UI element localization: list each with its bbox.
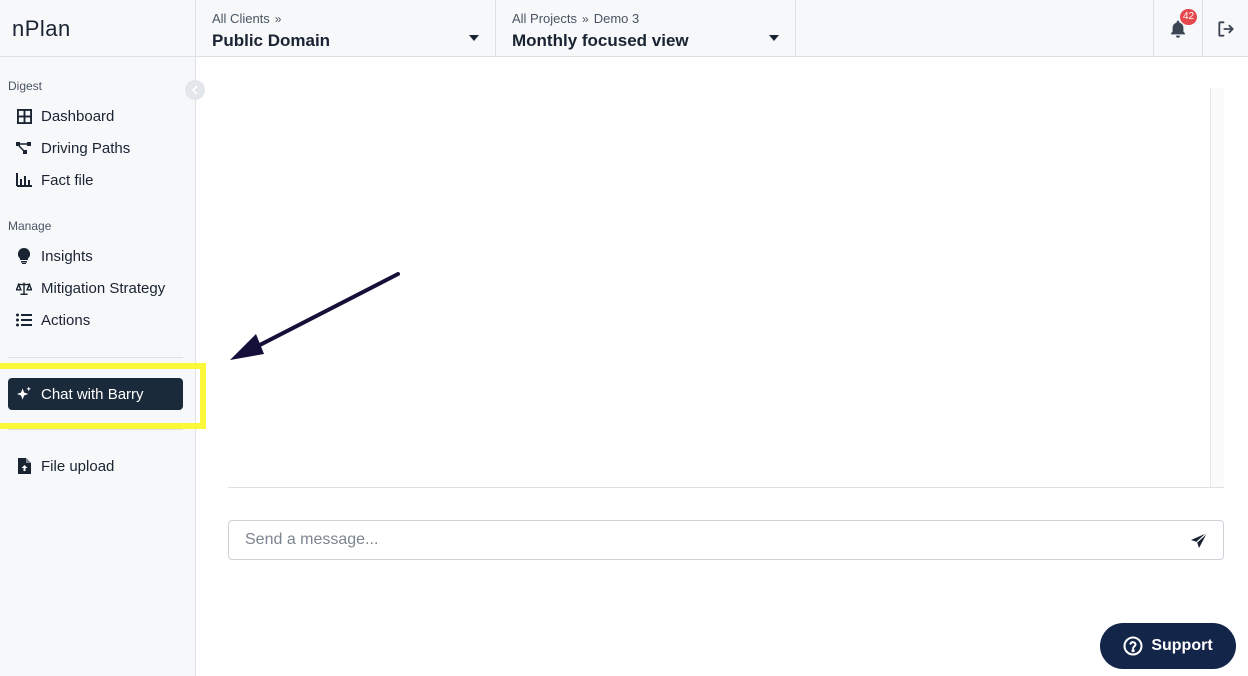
sparkle-icon bbox=[16, 386, 32, 402]
chevron-left-icon bbox=[191, 85, 198, 95]
sidebar-item-chat-with-barry[interactable]: Chat with Barry bbox=[8, 378, 183, 410]
all-clients-link[interactable]: All Clients bbox=[212, 11, 270, 26]
breadcrumb-separator: » bbox=[582, 11, 589, 26]
sidebar-item-label: Actions bbox=[41, 311, 91, 329]
app-logo[interactable]: nPlan bbox=[0, 0, 196, 57]
view-name: Monthly focused view bbox=[512, 31, 689, 50]
all-projects-link[interactable]: All Projects bbox=[512, 11, 577, 26]
paths-icon bbox=[16, 140, 32, 156]
sidebar-item-insights[interactable]: Insights bbox=[8, 242, 183, 270]
scales-icon bbox=[16, 280, 32, 296]
sidebar-item-label: Fact file bbox=[41, 171, 94, 189]
sidebar-item-actions[interactable]: Actions bbox=[8, 306, 183, 334]
collapse-sidebar-button[interactable] bbox=[185, 80, 205, 100]
lightbulb-icon bbox=[16, 248, 32, 264]
support-label: Support bbox=[1151, 637, 1213, 654]
section-title-digest: Digest bbox=[8, 79, 43, 93]
sidebar-divider bbox=[8, 429, 183, 430]
sidebar-item-mitigation-strategy[interactable]: Mitigation Strategy bbox=[8, 274, 183, 302]
sidebar-divider bbox=[8, 357, 183, 358]
help-circle-icon bbox=[1123, 636, 1143, 656]
annotation-arrow bbox=[230, 272, 400, 360]
sidebar-item-label: Chat with Barry bbox=[41, 385, 144, 403]
sidebar-item-fact-file[interactable]: Fact file bbox=[8, 166, 183, 194]
chat-scrollbar[interactable] bbox=[1210, 88, 1224, 487]
list-icon bbox=[16, 312, 32, 328]
client-breadcrumb: All Clients » bbox=[212, 11, 479, 26]
send-icon bbox=[1191, 532, 1208, 548]
send-button[interactable] bbox=[1189, 531, 1209, 551]
sidebar-item-label: File upload bbox=[41, 457, 115, 475]
chevron-down-icon[interactable] bbox=[469, 35, 479, 41]
breadcrumb-separator: » bbox=[274, 11, 282, 26]
sidebar-item-dashboard[interactable]: Dashboard bbox=[8, 102, 183, 130]
notifications-button[interactable]: 42 bbox=[1153, 0, 1203, 57]
chevron-down-icon[interactable] bbox=[769, 35, 779, 41]
logout-button[interactable] bbox=[1203, 0, 1248, 57]
sidebar-item-label: Mitigation Strategy bbox=[41, 279, 166, 297]
sidebar-item-label: Dashboard bbox=[41, 107, 115, 125]
project-breadcrumb: All Projects » Demo 3 bbox=[512, 11, 779, 26]
sidebar-item-file-upload[interactable]: File upload bbox=[8, 452, 183, 480]
section-title-manage: Manage bbox=[8, 219, 52, 233]
client-selector[interactable]: All Clients » Public Domain bbox=[196, 0, 496, 57]
sidebar-item-driving-paths[interactable]: Driving Paths bbox=[8, 134, 183, 162]
project-name-link[interactable]: Demo 3 bbox=[594, 11, 640, 26]
notification-count-badge: 42 bbox=[1180, 9, 1198, 25]
grid-icon bbox=[16, 108, 32, 124]
top-bar: nPlan All Clients » Public Domain All Pr… bbox=[0, 0, 1248, 57]
project-selector[interactable]: All Projects » Demo 3 Monthly focused vi… bbox=[496, 0, 796, 57]
support-button[interactable]: Support bbox=[1100, 623, 1236, 669]
message-composer bbox=[228, 520, 1224, 560]
message-input[interactable] bbox=[229, 521, 1159, 559]
client-name: Public Domain bbox=[212, 31, 331, 50]
sidebar: Digest Dashboard Driving Paths Fact file… bbox=[0, 57, 196, 676]
file-upload-icon bbox=[16, 458, 32, 474]
bar-chart-icon bbox=[16, 172, 32, 188]
logout-icon bbox=[1217, 20, 1234, 37]
sidebar-item-label: Insights bbox=[41, 247, 93, 265]
sidebar-item-label: Driving Paths bbox=[41, 139, 131, 157]
